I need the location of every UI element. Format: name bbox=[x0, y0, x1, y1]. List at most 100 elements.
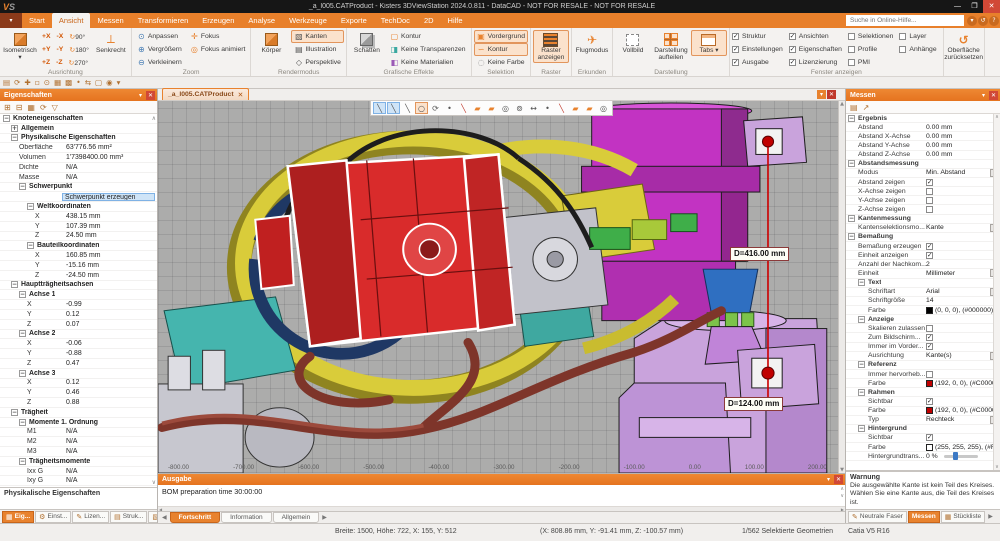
measure-scrollbar[interactable]: ∧∨ bbox=[993, 114, 1000, 470]
tab-hilfe[interactable]: Hilfe bbox=[441, 13, 470, 28]
output-tab-fortschritt[interactable]: Fortschritt bbox=[170, 512, 221, 523]
help-button[interactable]: ? bbox=[989, 16, 999, 26]
checkbox-icon[interactable] bbox=[926, 206, 933, 213]
window-toggle-einstellungen[interactable]: ✓Einstellungen bbox=[732, 43, 783, 56]
render-perspective-button[interactable]: ◇Perspektive bbox=[291, 56, 344, 69]
window-icon[interactable]: ▦ bbox=[54, 78, 61, 87]
measure-edge-icon[interactable]: ╲ bbox=[373, 102, 386, 114]
point2-icon[interactable]: • bbox=[541, 102, 554, 114]
line-icon[interactable]: ╲ bbox=[401, 102, 414, 114]
expander-icon[interactable]: − bbox=[848, 115, 855, 122]
panel-tab-struk-[interactable]: ▤Struk... bbox=[110, 511, 147, 523]
tab-werkzeuge[interactable]: Werkzeuge bbox=[282, 13, 334, 28]
arc-icon[interactable]: ⟳ bbox=[429, 102, 442, 114]
tab-erzeugen[interactable]: Erzeugen bbox=[195, 13, 241, 28]
render-illustration-button[interactable]: ▤Illustration bbox=[291, 43, 344, 56]
refresh-icon[interactable]: ⟳ bbox=[40, 103, 47, 112]
perpendicular-button[interactable]: ⟂Senkrecht bbox=[93, 30, 129, 56]
tabs-mode-button[interactable]: Tabs ▾ bbox=[691, 30, 727, 56]
circle-icon[interactable]: ○ bbox=[415, 102, 428, 114]
focus-animated-button[interactable]: ◎Fokus animiert bbox=[187, 43, 249, 56]
copy-icon[interactable]: ▤ bbox=[850, 103, 858, 112]
tab-exporte[interactable]: Exporte bbox=[334, 13, 374, 28]
window-toggle-selektionen[interactable]: Selektionen bbox=[848, 30, 894, 43]
feedback-button[interactable]: ↺ bbox=[978, 16, 988, 26]
checkbox-icon[interactable] bbox=[926, 197, 933, 204]
show-preview-icon[interactable]: ▦ bbox=[27, 103, 35, 112]
tab-2d[interactable]: 2D bbox=[417, 13, 441, 28]
slider-thumb[interactable] bbox=[953, 452, 958, 460]
window-toggle-lizenzierung[interactable]: ✓Lizenzierung bbox=[789, 56, 842, 69]
search-scene-icon[interactable]: ⊙ bbox=[44, 78, 50, 87]
checkbox-icon[interactable]: ✓ bbox=[926, 179, 933, 186]
tab-analyse[interactable]: Analyse bbox=[241, 13, 282, 28]
app-menu-button[interactable]: ▾ bbox=[0, 13, 22, 28]
expander-icon[interactable]: − bbox=[858, 279, 865, 286]
checkbox-icon[interactable]: ✓ bbox=[926, 334, 933, 341]
focus-button[interactable]: ✛Fokus bbox=[187, 30, 249, 43]
expander-icon[interactable]: − bbox=[19, 419, 26, 426]
panel-tab-einst-[interactable]: ⚙Einst... bbox=[35, 511, 71, 523]
color-swatch[interactable] bbox=[926, 307, 933, 314]
face-icon[interactable]: ▰ bbox=[471, 102, 484, 114]
panel-tab-lizen-[interactable]: ✎Lizen... bbox=[72, 511, 109, 523]
selection-foreground-button[interactable]: ▣Vordergrund bbox=[474, 30, 528, 43]
distance-icon[interactable]: ↔ bbox=[527, 102, 540, 114]
pin-help-button[interactable]: ▾ bbox=[967, 16, 977, 26]
expander-icon[interactable]: − bbox=[11, 409, 18, 416]
no-transparency-button[interactable]: ◨Keine Transparenzen bbox=[387, 43, 469, 56]
close-panel-icon[interactable]: ✕ bbox=[834, 475, 843, 484]
fly-mode-button[interactable]: ✈Flugmodus bbox=[574, 30, 610, 56]
axis--z-button[interactable]: -Z bbox=[54, 59, 64, 66]
color-swatch[interactable] bbox=[926, 407, 933, 414]
window-toggle-struktur[interactable]: ✓Struktur bbox=[732, 30, 783, 43]
window-toggle-pmi[interactable]: PMI bbox=[848, 56, 894, 69]
frame-icon[interactable]: ▢ bbox=[95, 78, 102, 87]
document-tab[interactable]: _a_l005.CATProduct ✕ bbox=[162, 88, 249, 100]
dimension-label-124[interactable]: D=124.00 mm bbox=[724, 397, 783, 411]
axis--x-button[interactable]: -X bbox=[55, 33, 66, 40]
selection-contour-button[interactable]: ∽Kontur bbox=[474, 43, 528, 56]
show-grid-button[interactable]: Raster anzeigen bbox=[533, 30, 569, 63]
expander-icon[interactable]: − bbox=[858, 389, 865, 396]
record-icon[interactable]: ◉ bbox=[106, 78, 113, 87]
note-icon[interactable]: ▫ bbox=[35, 78, 40, 87]
tab-close-icon[interactable]: ✕ bbox=[827, 90, 836, 99]
center2-icon[interactable]: ◎ bbox=[597, 102, 610, 114]
tab-messen[interactable]: Messen bbox=[90, 13, 130, 28]
checkbox-icon[interactable] bbox=[926, 371, 933, 378]
dot-icon[interactable]: • bbox=[76, 78, 80, 87]
window-toggle-anhänge[interactable]: Anhänge bbox=[899, 43, 936, 56]
expander-icon[interactable]: − bbox=[19, 330, 26, 337]
3d-viewport[interactable]: ╲╲╲○⟳•╲▰▰◎⊚↔•╲▰▰◎ D=416.00 mm D=124.00 m… bbox=[158, 101, 845, 473]
add-icon[interactable]: ✚ bbox=[24, 78, 30, 87]
tab-techdoc[interactable]: TechDoc bbox=[374, 13, 417, 28]
pin-icon[interactable]: ▾ bbox=[136, 92, 145, 99]
maximize-button[interactable]: ❐ bbox=[966, 0, 983, 13]
tab-start[interactable]: Start bbox=[22, 13, 52, 28]
shadow-button[interactable]: Schatten bbox=[349, 30, 385, 56]
expander-icon[interactable]: − bbox=[848, 233, 855, 240]
expander-icon[interactable]: − bbox=[848, 215, 855, 222]
expander-icon[interactable]: − bbox=[858, 425, 865, 432]
body-icon[interactable]: ⊚ bbox=[513, 102, 526, 114]
tab-ansicht[interactable]: Ansicht bbox=[52, 13, 91, 28]
new-icon[interactable]: ▤ bbox=[3, 78, 10, 87]
window-toggle-eigenschaften[interactable]: ✓Eigenschaften bbox=[789, 43, 842, 56]
expander-icon[interactable]: − bbox=[19, 458, 26, 465]
expander-icon[interactable]: − bbox=[848, 160, 855, 167]
point-icon[interactable]: • bbox=[443, 102, 456, 114]
window-toggle-ansichten[interactable]: ✓Ansichten bbox=[789, 30, 842, 43]
help-search-input[interactable] bbox=[846, 15, 964, 26]
axis--z-button[interactable]: +Z bbox=[40, 59, 52, 66]
measure-line-icon[interactable]: ╲ bbox=[387, 102, 400, 114]
expander-icon[interactable]: − bbox=[27, 242, 34, 249]
checkbox-icon[interactable] bbox=[926, 188, 933, 195]
selection-no-color-button[interactable]: ◌Keine Farbe bbox=[474, 56, 528, 69]
swap-icon[interactable]: ⇆ bbox=[85, 78, 91, 87]
minimize-button[interactable]: — bbox=[949, 0, 966, 13]
more-icon[interactable]: ▾ bbox=[117, 78, 121, 87]
rotate-180--button[interactable]: ↻180° bbox=[67, 46, 91, 54]
zoom-out-button[interactable]: ⊖Verkleinern bbox=[134, 56, 185, 69]
isometric-button[interactable]: Isometrisch ▾ bbox=[2, 30, 38, 63]
